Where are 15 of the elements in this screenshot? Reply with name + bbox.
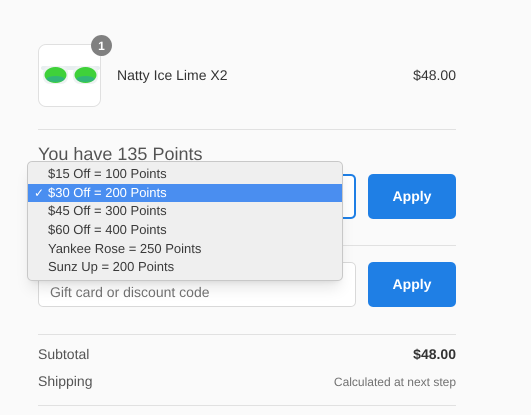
summary-value: $48.00 xyxy=(413,345,456,364)
summary-value: Calculated at next step xyxy=(334,374,456,390)
menu-option[interactable]: Yankee Rose = 250 Points xyxy=(28,240,342,258)
points-heading: You have 135 Points xyxy=(38,143,204,165)
menu-option[interactable]: $45 Off = 300 Points xyxy=(28,202,342,222)
quantity-badge: 1 xyxy=(91,35,112,56)
check-icon: ✓ xyxy=(34,184,44,202)
apply-button[interactable]: Apply xyxy=(368,262,456,307)
summary-label: Shipping xyxy=(38,372,92,391)
menu-option[interactable]: $15 Off = 100 Points xyxy=(28,165,342,184)
apply-button[interactable]: Apply xyxy=(368,174,456,219)
product-price: $48.00 xyxy=(413,66,456,85)
summary-label: Subtotal xyxy=(38,345,90,364)
product-name: Natty Ice Lime X2 xyxy=(117,66,228,85)
menu-option[interactable]: $60 Off = 400 Points xyxy=(28,221,342,240)
